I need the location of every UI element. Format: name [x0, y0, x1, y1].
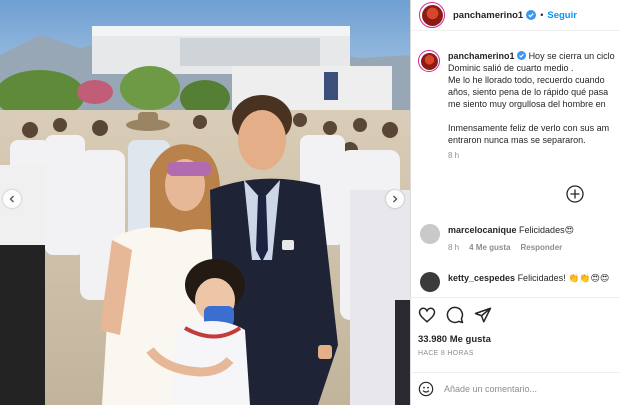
caption-line: me siento muy orgullosa del hombre en: [448, 99, 606, 109]
next-photo-button[interactable]: [386, 190, 404, 208]
caption-text: Hoy se cierra un ciclo: [528, 51, 615, 61]
photo-illustration: [0, 0, 410, 405]
author-avatar[interactable]: [419, 2, 445, 28]
post-caption: panchamerino1 Hoy se cierra un ciclo Dom…: [418, 50, 620, 162]
comment-item: marcelocanique Felicidades😍 8 h 4 Me gus…: [420, 224, 620, 254]
comment-body: ketty_cespedes Felicidades! 👏👏😍😍: [448, 272, 609, 292]
chevron-left-icon: [9, 195, 14, 203]
caption-line: entraron nunca mas se separaron.: [448, 135, 586, 145]
instagram-post: panchamerino1 • Seguir panchamerino1 Hoy…: [0, 0, 620, 405]
comment-avatar[interactable]: [420, 272, 440, 292]
post-header: panchamerino1 • Seguir: [411, 0, 620, 31]
comment-meta: 8 h 4 Me gusta Responder: [448, 242, 574, 254]
verified-badge-icon: [526, 10, 537, 20]
caption-line: Inmensamente feliz de verlo con sus am: [448, 123, 610, 133]
previous-photo-button[interactable]: [3, 190, 21, 208]
comment-reply-button[interactable]: Responder: [520, 242, 562, 254]
caption-username[interactable]: panchamerino1: [448, 51, 515, 61]
comment-body: marcelocanique Felicidades😍 8 h 4 Me gus…: [448, 224, 574, 254]
verified-badge-icon: [517, 51, 527, 60]
comment-text: Felicidades😍: [519, 225, 574, 235]
comment-username[interactable]: ketty_cespedes: [448, 273, 515, 283]
header-separator: •: [540, 10, 544, 20]
caption-line: Dominic salió de cuarto medio .: [448, 63, 574, 73]
comment-avatar[interactable]: [420, 224, 440, 244]
caption-avatar[interactable]: [418, 50, 440, 72]
comment-input[interactable]: Añade un comentario...: [444, 384, 537, 394]
load-more-comments-icon[interactable]: [566, 185, 584, 203]
comment-icon[interactable]: [446, 306, 464, 324]
likes-count[interactable]: 33.980 Me gusta: [418, 334, 491, 345]
share-icon[interactable]: [474, 306, 492, 324]
comment-text: Felicidades! 👏👏😍😍: [517, 273, 610, 283]
author-username[interactable]: panchamerino1: [453, 10, 523, 21]
caption-line: panchamerino1 Hoy se cierra un ciclo: [448, 50, 620, 62]
caption-line: Me lo he llorado todo, recuerdo cuando: [448, 75, 605, 85]
post-photo[interactable]: [0, 0, 410, 405]
emoji-icon[interactable]: [418, 381, 434, 397]
comment-username[interactable]: marcelocanique: [448, 225, 517, 235]
caption-timestamp[interactable]: 8 h: [448, 150, 620, 162]
like-heart-icon[interactable]: [418, 306, 436, 324]
comment-item: ketty_cespedes Felicidades! 👏👏😍😍: [420, 272, 620, 292]
add-comment-bar: Añade un comentario...: [410, 372, 620, 405]
caption-line: años, siento pena de lo rápido qué pasa: [448, 87, 609, 97]
chevron-right-icon: [393, 195, 398, 203]
comment-likes[interactable]: 4 Me gusta: [469, 242, 510, 254]
comment-time[interactable]: 8 h: [448, 242, 459, 254]
post-actions: [410, 297, 620, 324]
post-age[interactable]: HACE 8 HORAS: [418, 350, 474, 357]
caption-body: panchamerino1 Hoy se cierra un ciclo Dom…: [448, 50, 620, 162]
follow-button[interactable]: Seguir: [547, 10, 577, 21]
